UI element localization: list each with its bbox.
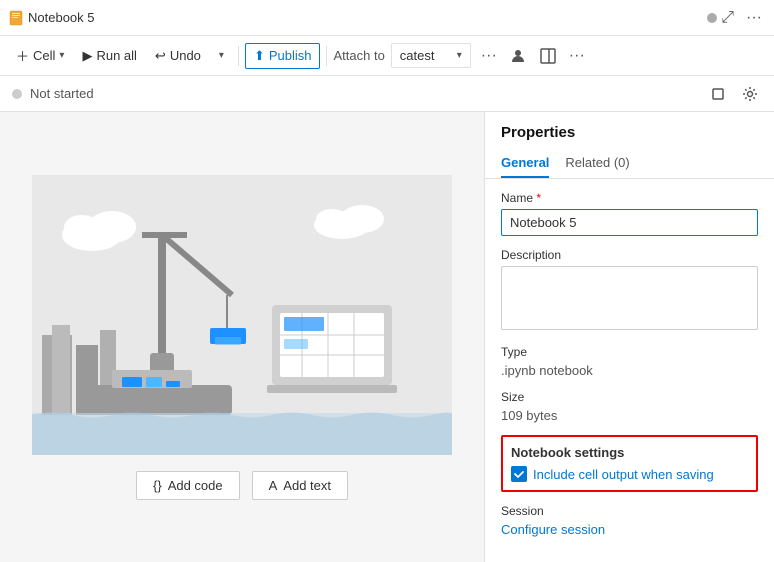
- title-bar: Notebook 5 ⤢ ···: [0, 0, 774, 36]
- main-content: {} Add code A Add text Properties Genera…: [0, 112, 774, 562]
- panel-body: Name * Description Type .ipynb notebook …: [485, 179, 774, 549]
- settings-icon: [742, 86, 758, 102]
- size-label: Size: [501, 390, 758, 404]
- plus-icon: ＋: [16, 46, 29, 65]
- illustration-svg: [32, 175, 452, 455]
- include-cell-output-checkbox[interactable]: [511, 466, 527, 482]
- publish-label: Publish: [269, 48, 312, 63]
- panel-title: Properties: [501, 124, 575, 141]
- name-field-group: Name *: [501, 191, 758, 236]
- cell-label: Cell: [33, 48, 55, 63]
- layout-icon: [539, 47, 557, 65]
- attach-to-dropdown[interactable]: catest ▾: [391, 43, 471, 68]
- status-text: Not started: [30, 86, 706, 101]
- type-field-group: Type .ipynb notebook: [501, 345, 758, 378]
- canvas-area: {} Add code A Add text: [0, 112, 484, 562]
- undo-dropdown-button[interactable]: ▾: [211, 46, 232, 65]
- status-dot: [12, 89, 22, 99]
- publish-button[interactable]: ⬆ Publish: [245, 43, 321, 69]
- add-code-label: Add code: [168, 478, 223, 493]
- undo-button[interactable]: ↩ Undo: [147, 44, 209, 68]
- name-input[interactable]: [501, 209, 758, 236]
- panel-tabs: General Related (0): [485, 141, 774, 179]
- notebook-icon: [8, 10, 24, 26]
- title-bar-actions: ⤢ ···: [717, 5, 766, 31]
- toolbar-right-actions: ··· ···: [477, 43, 589, 69]
- notebook-preview: [32, 175, 452, 455]
- type-value: .ipynb notebook: [501, 363, 758, 378]
- user-icon: [509, 47, 527, 65]
- cell-buttons: {} Add code A Add text: [136, 471, 348, 500]
- size-value: 109 bytes: [501, 408, 758, 423]
- status-action-1[interactable]: [706, 82, 730, 106]
- settings-box-title: Notebook settings: [511, 445, 748, 460]
- session-label: Session: [501, 504, 758, 518]
- status-bar: Not started: [0, 76, 774, 112]
- attach-to-value: catest: [400, 48, 435, 63]
- more-right-button[interactable]: ···: [565, 43, 589, 69]
- layout-icon-button[interactable]: [535, 43, 561, 69]
- add-text-button[interactable]: A Add text: [252, 471, 348, 500]
- description-field-group: Description: [501, 248, 758, 333]
- expand-button[interactable]: ⤢: [717, 5, 738, 31]
- user-icon-button[interactable]: [505, 43, 531, 69]
- stop-icon: [710, 86, 726, 102]
- tab-related[interactable]: Related (0): [565, 149, 629, 178]
- text-icon: A: [269, 478, 278, 493]
- tab-general[interactable]: General: [501, 149, 549, 178]
- notebook-title: Notebook 5: [28, 10, 699, 25]
- include-cell-output-label[interactable]: Include cell output when saving: [533, 467, 714, 482]
- add-text-label: Add text: [283, 478, 331, 493]
- checkmark-icon: [513, 468, 525, 480]
- name-label: Name *: [501, 191, 758, 205]
- include-cell-output-row: Include cell output when saving: [511, 466, 748, 482]
- size-field-group: Size 109 bytes: [501, 390, 758, 423]
- run-all-label: Run all: [96, 48, 136, 63]
- toolbar-separator-2: [326, 46, 327, 66]
- cell-dropdown-icon: ▾: [59, 50, 64, 61]
- panel-header: Properties: [485, 112, 774, 141]
- toolbar: ＋ Cell ▾ ▶ Run all ↩ Undo ▾ ⬆ Publish At…: [0, 36, 774, 76]
- unsaved-indicator: [707, 13, 717, 23]
- undo-label: Undo: [170, 48, 201, 63]
- status-action-2[interactable]: [738, 82, 762, 106]
- configure-session-link[interactable]: Configure session: [501, 522, 605, 537]
- description-input[interactable]: [501, 266, 758, 330]
- more-toolbar-button[interactable]: ···: [477, 43, 501, 69]
- publish-icon: ⬆: [254, 48, 265, 64]
- toolbar-separator-1: [238, 46, 239, 66]
- description-label: Description: [501, 248, 758, 262]
- type-label: Type: [501, 345, 758, 359]
- attach-to-label: Attach to: [333, 48, 384, 63]
- attach-dropdown-icon: ▾: [457, 50, 462, 61]
- properties-panel: Properties General Related (0) Name * De…: [484, 112, 774, 562]
- notebook-settings-box: Notebook settings Include cell output wh…: [501, 435, 758, 492]
- code-icon: {}: [153, 478, 162, 493]
- required-indicator: *: [536, 191, 541, 205]
- cell-button[interactable]: ＋ Cell ▾: [8, 42, 72, 69]
- undo-dropdown-icon: ▾: [219, 50, 224, 61]
- session-field-group: Session Configure session: [501, 504, 758, 537]
- more-title-button[interactable]: ···: [742, 5, 766, 31]
- add-code-button[interactable]: {} Add code: [136, 471, 240, 500]
- status-actions: [706, 82, 762, 106]
- run-all-button[interactable]: ▶ Run all: [74, 44, 144, 68]
- undo-icon: ↩: [155, 48, 166, 64]
- run-icon: ▶: [82, 48, 92, 64]
